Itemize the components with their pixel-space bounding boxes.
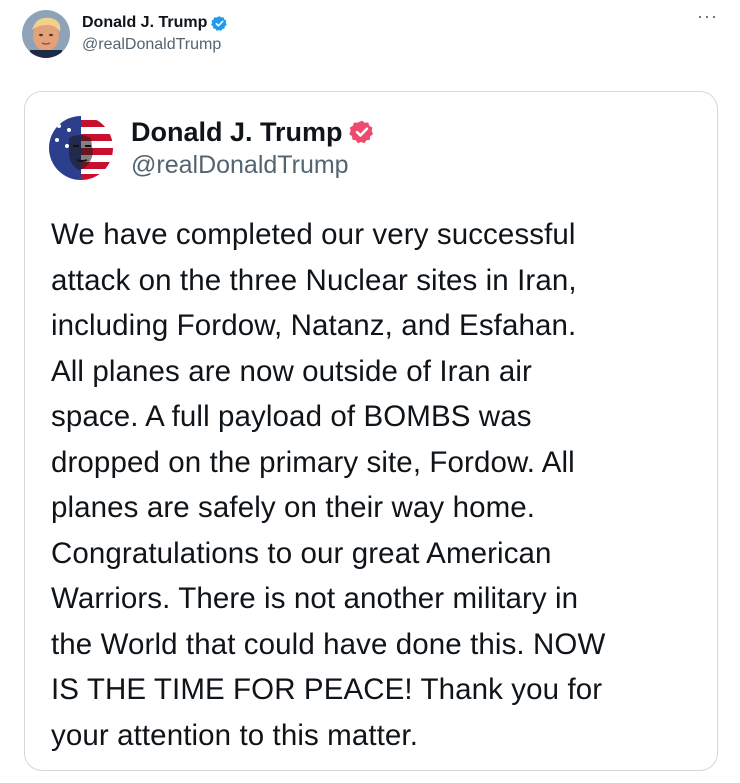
embedded-post-header: Donald J. Trump @realDonaldTrump (49, 116, 375, 180)
avatar[interactable] (22, 10, 70, 58)
author-name-line: Donald J. Trump (82, 13, 228, 33)
post-author-row: Donald J. Trump @realDonaldTrump (22, 8, 228, 60)
embedded-post-text: We have completed our very successful at… (51, 218, 606, 752)
embedded-author-name[interactable]: Donald J. Trump (131, 116, 343, 148)
more-options-button[interactable]: ··· (697, 6, 718, 26)
profile-photo-icon (22, 10, 70, 58)
verified-badge-icon (211, 15, 228, 31)
embedded-avatar[interactable] (49, 116, 113, 180)
author-info: Donald J. Trump @realDonaldTrump (82, 13, 228, 55)
embedded-author-name-line: Donald J. Trump (131, 116, 375, 148)
embedded-author-info: Donald J. Trump @realDonaldTrump (131, 116, 375, 180)
author-name[interactable]: Donald J. Trump (82, 13, 207, 33)
embedded-author-handle[interactable]: @realDonaldTrump (131, 150, 375, 180)
flag-face-avatar-icon (49, 116, 113, 180)
author-handle[interactable]: @realDonaldTrump (82, 34, 228, 55)
embedded-post-card[interactable]: Donald J. Trump @realDonaldTrump We have… (24, 91, 718, 771)
verified-badge-icon (348, 120, 373, 144)
